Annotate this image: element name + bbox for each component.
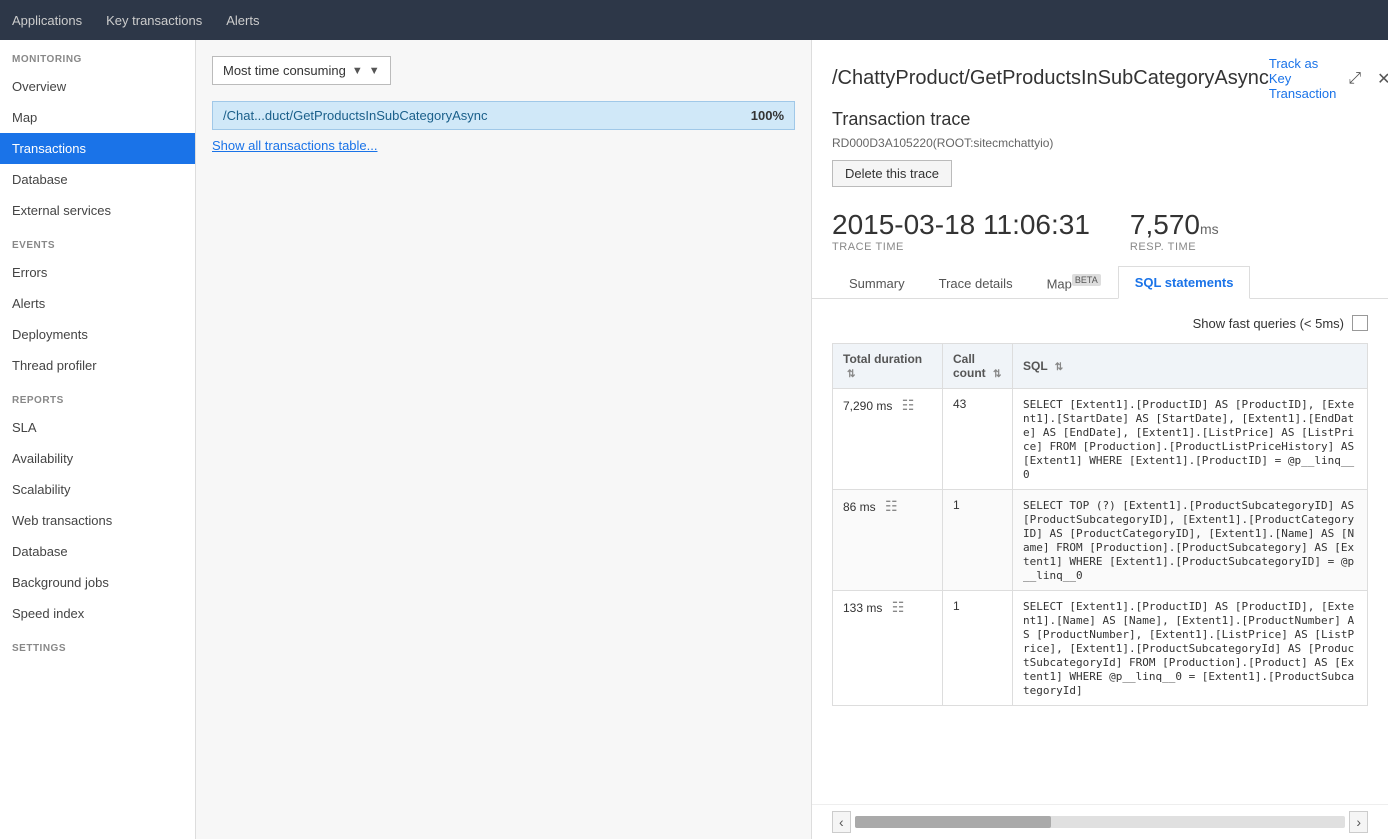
transaction-percentage: 100% xyxy=(751,108,784,123)
sidebar-item-thread-profiler[interactable]: Thread profiler xyxy=(0,350,195,381)
dropdown-row: Most time consuming ▼ ▼ xyxy=(212,56,795,85)
tab-trace-details[interactable]: Trace details xyxy=(922,267,1030,299)
resp-time-block: 7,570ms RESP. TIME xyxy=(1130,209,1219,253)
transaction-trace-label: Transaction trace xyxy=(832,109,970,129)
resp-time-value: 7,570ms xyxy=(1130,209,1219,241)
sidebar-section-reports: REPORTS xyxy=(0,381,195,412)
sort-icon-sql: ⇅ xyxy=(1055,362,1063,373)
cell-duration-0: 7,290 ms ☷ xyxy=(833,389,943,490)
key-transaction-link[interactable]: Track as Key Transaction xyxy=(1269,56,1336,101)
sidebar-item-background-jobs[interactable]: Background jobs xyxy=(0,567,195,598)
cell-duration-2: 133 ms ☷ xyxy=(833,591,943,706)
cell-count-0: 43 xyxy=(943,389,1013,490)
transaction-bar[interactable]: /Chat...duct/GetProductsInSubCategoryAsy… xyxy=(212,101,795,130)
cell-duration-1: 86 ms ☷ xyxy=(833,490,943,591)
cell-sql-0: SELECT [Extent1].[ProductID] AS [Product… xyxy=(1013,389,1368,490)
col-header-count[interactable]: Call count ⇅ xyxy=(943,344,1013,389)
transaction-name: /Chat...duct/GetProductsInSubCategoryAsy… xyxy=(223,108,487,123)
tab-sql-statements[interactable]: SQL statements xyxy=(1118,266,1251,299)
sidebar-item-external-services[interactable]: External services xyxy=(0,195,195,226)
panel-title: /ChattyProduct/GetProductsInSubCategoryA… xyxy=(832,67,1269,90)
cell-count-2: 1 xyxy=(943,591,1013,706)
sidebar-item-sla[interactable]: SLA xyxy=(0,412,195,443)
scrollbar-row: ‹ › xyxy=(812,804,1388,839)
col-header-duration[interactable]: Total duration ⇅ xyxy=(833,344,943,389)
fast-queries-label: Show fast queries (< 5ms) xyxy=(1193,316,1344,331)
scroll-right-button[interactable]: › xyxy=(1349,811,1368,833)
trace-time-block: 2015-03-18 11:06:31 TRACE TIME xyxy=(832,209,1090,253)
cell-count-1: 1 xyxy=(943,490,1013,591)
tabs: Summary Trace details MapBETA SQL statem… xyxy=(832,265,1368,298)
sql-table: Total duration ⇅ Call count ⇅ SQL ⇅ xyxy=(832,343,1368,706)
trace-time-label: TRACE TIME xyxy=(832,241,1090,253)
doc-icon-0[interactable]: ☷ xyxy=(902,397,915,413)
panel-title-row: /ChattyProduct/GetProductsInSubCategoryA… xyxy=(832,56,1368,101)
nav-applications[interactable]: Applications xyxy=(12,9,82,32)
tab-summary[interactable]: Summary xyxy=(832,267,922,299)
resp-time-unit: ms xyxy=(1200,221,1219,237)
fast-queries-checkbox[interactable] xyxy=(1352,315,1368,331)
sidebar-item-availability[interactable]: Availability xyxy=(0,443,195,474)
panel-header: /ChattyProduct/GetProductsInSubCategoryA… xyxy=(812,40,1388,299)
cell-sql-2: SELECT [Extent1].[ProductID] AS [Product… xyxy=(1013,591,1368,706)
sidebar-item-errors[interactable]: Errors xyxy=(0,257,195,288)
sidebar-item-web-transactions[interactable]: Web transactions xyxy=(0,505,195,536)
sidebar-section-monitoring: MONITORING xyxy=(0,40,195,71)
sort-icon-count: ⇅ xyxy=(993,369,1001,380)
trace-time-row: 2015-03-18 11:06:31 TRACE TIME 7,570ms R… xyxy=(832,209,1368,253)
nav-alerts[interactable]: Alerts xyxy=(226,9,259,32)
sidebar-item-transactions[interactable]: Transactions xyxy=(0,133,195,164)
scroll-track xyxy=(855,816,1346,828)
tab-map[interactable]: MapBETA xyxy=(1030,266,1118,299)
sidebar-item-scalability[interactable]: Scalability xyxy=(0,474,195,505)
right-panel: /ChattyProduct/GetProductsInSubCategoryA… xyxy=(812,40,1388,839)
dropdown-chevron-icon: ▼ xyxy=(369,65,380,77)
sidebar: MONITORING Overview Map Transactions Dat… xyxy=(0,40,196,839)
table-row: 133 ms ☷ 1 SELECT [Extent1].[ProductID] … xyxy=(833,591,1368,706)
close-panel-button[interactable]: ✕ xyxy=(1373,67,1388,91)
expand-button[interactable]: ⤢ xyxy=(1344,68,1365,90)
doc-icon-1[interactable]: ☷ xyxy=(885,498,898,514)
main-content: Most time consuming ▼ ▼ /Chat...duct/Get… xyxy=(196,40,1388,839)
sort-icon-duration: ⇅ xyxy=(847,369,855,380)
nav-key-transactions[interactable]: Key transactions xyxy=(106,9,202,32)
sidebar-item-speed-index[interactable]: Speed index xyxy=(0,598,195,629)
trace-time-value: 2015-03-18 11:06:31 xyxy=(832,209,1090,241)
panel-title-actions: Track as Key Transaction ⤢ ✕ xyxy=(1269,56,1388,101)
delete-trace-button[interactable]: Delete this trace xyxy=(832,160,952,187)
top-navigation: Applications Key transactions Alerts xyxy=(0,0,1388,40)
resp-time-label: RESP. TIME xyxy=(1130,241,1219,253)
sidebar-item-alerts[interactable]: Alerts xyxy=(0,288,195,319)
show-all-transactions-link[interactable]: Show all transactions table... xyxy=(212,138,795,153)
sidebar-section-events: EVENTS xyxy=(0,226,195,257)
scroll-left-button[interactable]: ‹ xyxy=(832,811,851,833)
time-consuming-dropdown[interactable]: Most time consuming ▼ ▼ xyxy=(212,56,391,85)
sidebar-item-database[interactable]: Database xyxy=(0,164,195,195)
left-panel: Most time consuming ▼ ▼ /Chat...duct/Get… xyxy=(196,40,812,839)
col-header-sql[interactable]: SQL ⇅ xyxy=(1013,344,1368,389)
sidebar-section-settings: SETTINGS xyxy=(0,629,195,660)
sql-content: Show fast queries (< 5ms) Total duration… xyxy=(812,299,1388,804)
scroll-thumb[interactable] xyxy=(855,816,1051,828)
sidebar-item-overview[interactable]: Overview xyxy=(0,71,195,102)
doc-icon-2[interactable]: ☷ xyxy=(892,599,905,615)
sidebar-item-database-report[interactable]: Database xyxy=(0,536,195,567)
sidebar-item-deployments[interactable]: Deployments xyxy=(0,319,195,350)
cell-sql-1: SELECT TOP (?) [Extent1].[ProductSubcate… xyxy=(1013,490,1368,591)
dropdown-label: Most time consuming xyxy=(223,63,346,78)
dropdown-arrow-icon: ▼ xyxy=(352,65,363,77)
trace-id: RD000D3A105220(ROOT:sitecmchattyio) xyxy=(832,136,1368,150)
sidebar-item-map[interactable]: Map xyxy=(0,102,195,133)
table-row: 7,290 ms ☷ 43 SELECT [Extent1].[ProductI… xyxy=(833,389,1368,490)
beta-badge: BETA xyxy=(1072,274,1101,286)
table-row: 86 ms ☷ 1 SELECT TOP (?) [Extent1].[Prod… xyxy=(833,490,1368,591)
fast-queries-row: Show fast queries (< 5ms) xyxy=(832,315,1368,331)
